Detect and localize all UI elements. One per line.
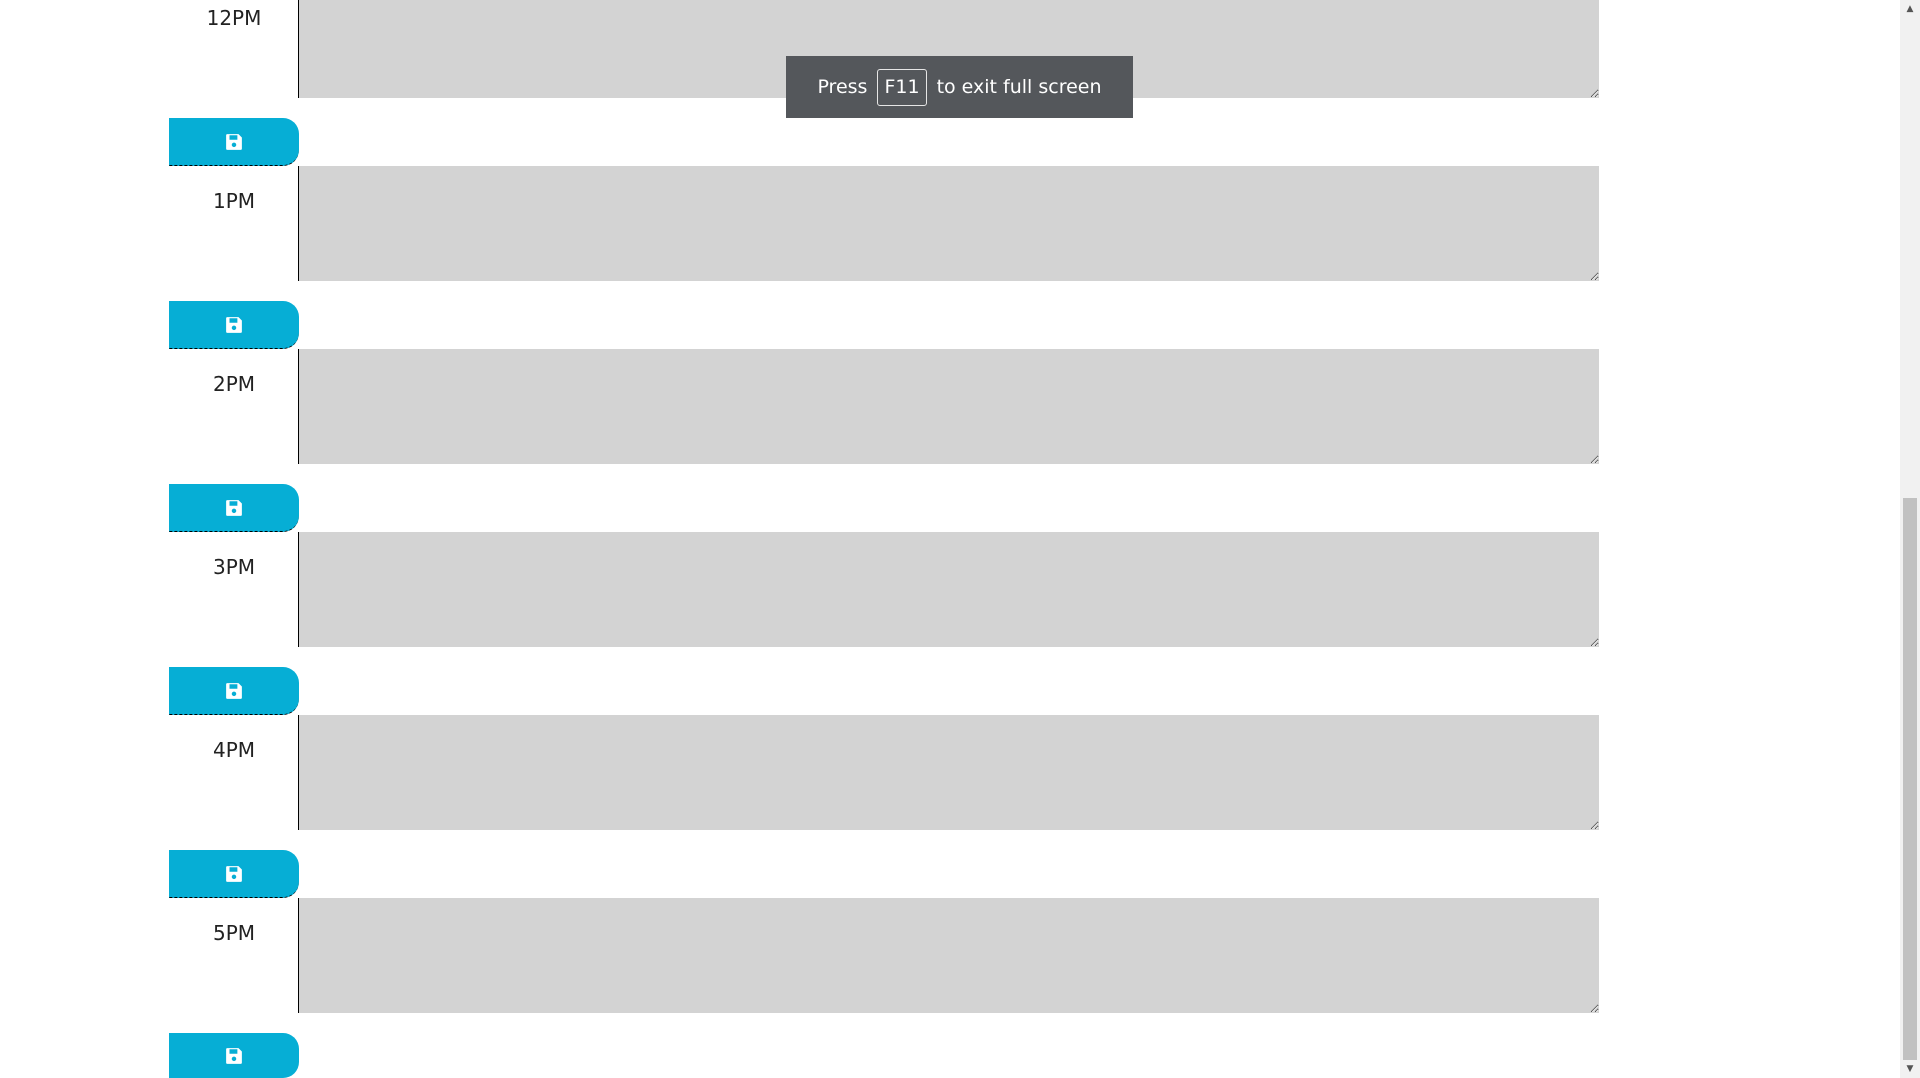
scrollbar-thumb[interactable] xyxy=(1903,498,1917,1060)
save-button-3pm[interactable] xyxy=(169,667,299,715)
save-icon xyxy=(226,682,242,699)
fullscreen-toast-suffix: to exit full screen xyxy=(936,76,1102,98)
event-textarea-2pm[interactable] xyxy=(299,349,1599,464)
save-icon xyxy=(226,865,242,882)
save-button-12pm[interactable] xyxy=(169,118,299,166)
save-button-1pm[interactable] xyxy=(169,301,299,349)
save-icon xyxy=(226,1047,242,1064)
hour-label-12pm: 12PM xyxy=(206,6,262,30)
hour-label-5pm: 5PM xyxy=(212,921,256,945)
hour-label-3pm: 3PM xyxy=(212,555,256,579)
save-icon xyxy=(226,499,242,516)
hour-label-1pm: 1PM xyxy=(212,189,256,213)
save-button-2pm[interactable] xyxy=(169,484,299,532)
fullscreen-toast-key: F11 xyxy=(877,68,927,106)
vertical-scrollbar[interactable]: ▲ ▼ xyxy=(1900,0,1920,1078)
save-icon xyxy=(226,133,242,150)
save-button-4pm[interactable] xyxy=(169,850,299,898)
event-textarea-5pm[interactable] xyxy=(299,898,1599,1013)
save-icon xyxy=(226,316,242,333)
hour-label-4pm: 4PM xyxy=(212,738,256,762)
scroll-down-arrow-icon[interactable]: ▼ xyxy=(1900,1060,1920,1078)
scroll-up-arrow-icon[interactable]: ▲ xyxy=(1900,0,1920,18)
event-textarea-1pm[interactable] xyxy=(299,166,1599,281)
event-textarea-4pm[interactable] xyxy=(299,715,1599,830)
scheduler-viewport: 12PM 1PM 2PM 3PM 4PM 5PM Press F11 to ex… xyxy=(0,0,1920,1078)
event-textarea-3pm[interactable] xyxy=(299,532,1599,647)
save-button-5pm[interactable] xyxy=(169,1033,299,1078)
fullscreen-toast: Press F11 to exit full screen xyxy=(786,56,1133,118)
hour-label-2pm: 2PM xyxy=(212,372,256,396)
fullscreen-toast-prefix: Press xyxy=(817,76,868,98)
